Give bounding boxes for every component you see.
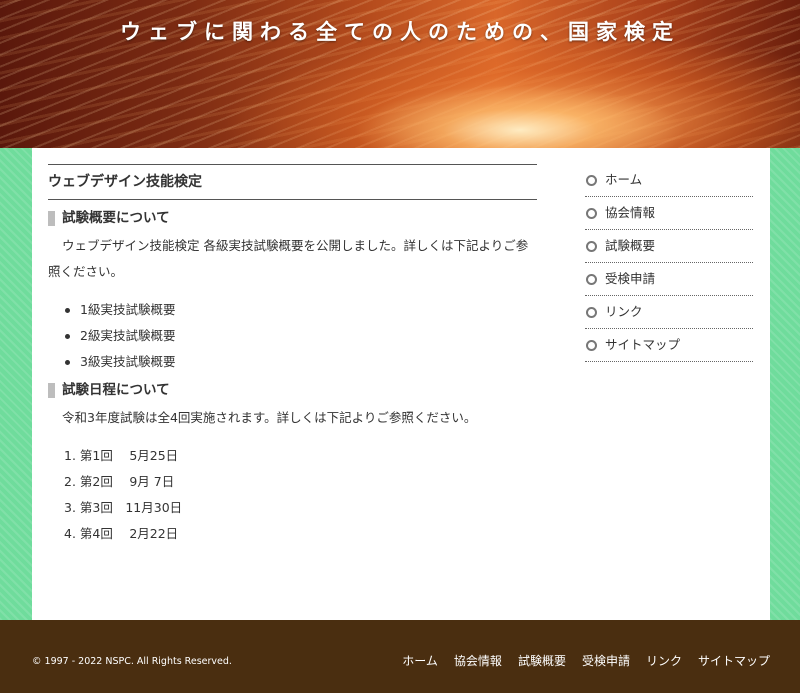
sidebar-item-association[interactable]: 協会情報	[585, 197, 753, 230]
sidebar-item-application[interactable]: 受検申請	[585, 263, 753, 296]
list-item-label: 2級実技試験概要	[80, 328, 176, 343]
circle-icon	[586, 274, 597, 285]
site-tagline: ウェブに関わる全ての人のための、国家検定	[120, 20, 680, 44]
bullet-icon	[65, 334, 70, 339]
list-item[interactable]: 1級実技試験概要	[48, 297, 537, 323]
circle-icon	[586, 241, 597, 252]
sidebar-item-label: サイトマップ	[605, 337, 681, 352]
overview-paragraph: ウェブデザイン技能検定 各級実技試験概要を公開しました。詳しくは下記よりご参照く…	[48, 238, 529, 279]
footer-link-sitemap[interactable]: サイトマップ	[698, 652, 770, 669]
copyright-text: © 1997 - 2022 NSPC. All Rights Reserved.	[32, 656, 232, 667]
circle-icon	[586, 208, 597, 219]
overview-link-list: 1級実技試験概要 2級実技試験概要 3級実技試験概要	[48, 297, 537, 375]
circle-icon	[586, 307, 597, 318]
sidebar-item-label: 試験概要	[605, 238, 656, 253]
footer-link-application[interactable]: 受検申請	[582, 652, 630, 669]
list-item[interactable]: 2級実技試験概要	[48, 323, 537, 349]
schedule-item: 1. 第1回 5月25日	[64, 448, 179, 463]
heading-marker	[48, 211, 55, 226]
list-item-label: 3級実技試験概要	[80, 354, 176, 369]
schedule-heading-text: 試験日程について	[62, 382, 170, 398]
bullet-icon	[65, 308, 70, 313]
circle-icon	[586, 175, 597, 186]
schedule-list: 1. 第1回 5月25日 2. 第2回 9月 7日 3. 第3回 11月30日 …	[48, 443, 537, 547]
overview-heading: 試験概要について	[48, 209, 537, 227]
sidebar-item-label: ホーム	[605, 172, 643, 187]
heading-marker	[48, 383, 55, 398]
header-banner: ウェブに関わる全ての人のための、国家検定	[0, 0, 800, 148]
schedule-item: 2. 第2回 9月 7日	[64, 474, 175, 489]
main-content: ウェブデザイン技能検定 試験概要について ウェブデザイン技能検定 各級実技試験概…	[48, 164, 537, 547]
schedule-paragraph: 令和3年度試験は全4回実施されます。詳しくは下記よりご参照ください。	[62, 410, 477, 425]
footer: © 1997 - 2022 NSPC. All Rights Reserved.…	[0, 620, 800, 693]
list-item[interactable]: 3級実技試験概要	[48, 349, 537, 375]
right-pattern-margin	[770, 148, 800, 620]
overview-heading-text: 試験概要について	[62, 210, 170, 226]
footer-link-home[interactable]: ホーム	[402, 652, 438, 669]
page-title: ウェブデザイン技能検定	[48, 164, 537, 200]
schedule-item: 4. 第4回 2月22日	[64, 526, 179, 541]
sidebar-item-label: リンク	[605, 304, 643, 319]
left-pattern-margin	[0, 148, 32, 620]
list-item-label: 1級実技試験概要	[80, 302, 176, 317]
footer-nav: ホーム 協会情報 試験概要 受検申請 リンク サイトマップ	[402, 652, 770, 669]
schedule-item: 3. 第3回 11月30日	[64, 500, 183, 515]
circle-icon	[586, 340, 597, 351]
sidebar-nav: ホーム 協会情報 試験概要 受検申請 リンク サイトマップ	[585, 164, 753, 362]
sidebar-item-home[interactable]: ホーム	[585, 164, 753, 197]
sidebar-item-label: 受検申請	[605, 271, 656, 286]
main-panel: ウェブデザイン技能検定 試験概要について ウェブデザイン技能検定 各級実技試験概…	[32, 148, 770, 620]
footer-link-exam-overview[interactable]: 試験概要	[518, 652, 566, 669]
footer-link-links[interactable]: リンク	[646, 652, 682, 669]
sidebar-item-exam-overview[interactable]: 試験概要	[585, 230, 753, 263]
footer-link-association[interactable]: 協会情報	[454, 652, 502, 669]
sidebar-item-links[interactable]: リンク	[585, 296, 753, 329]
sidebar-item-label: 協会情報	[605, 205, 656, 220]
bullet-icon	[65, 360, 70, 365]
sidebar-item-sitemap[interactable]: サイトマップ	[585, 329, 753, 362]
schedule-heading: 試験日程について	[48, 381, 537, 399]
